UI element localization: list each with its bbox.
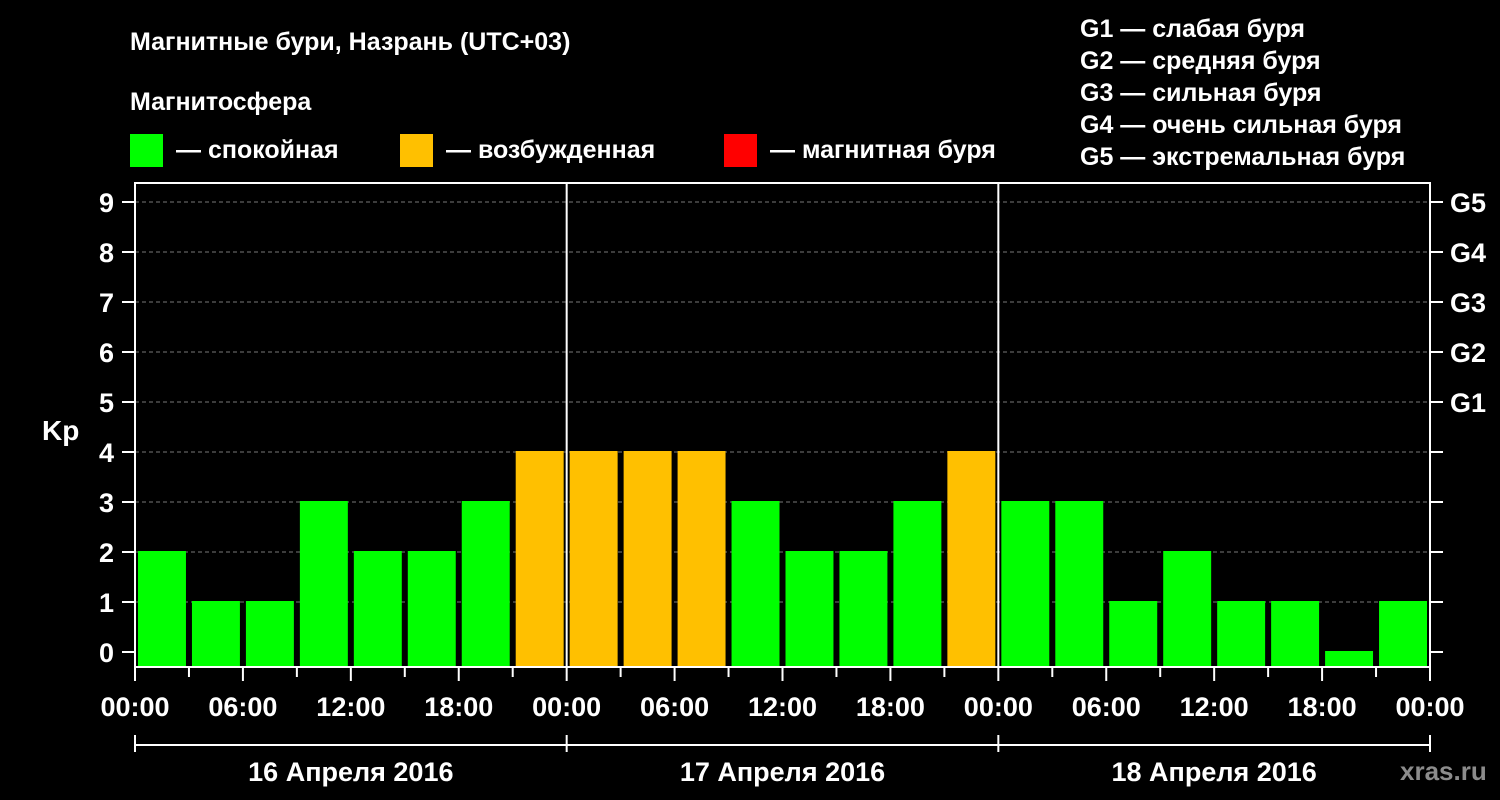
kp-bar (839, 551, 888, 667)
kp-bar (299, 501, 348, 667)
y-tick-label: 4 (99, 438, 114, 468)
x-tick-label: 12:00 (748, 692, 817, 722)
chart-title: Магнитные бури, Назрань (UTC+03) (130, 28, 570, 56)
legend-swatch-active (400, 134, 433, 167)
kp-bar (1163, 551, 1212, 667)
legend-label-active: — возбужденная (446, 136, 655, 164)
kp-bar (407, 551, 456, 667)
legend-label-quiet: — спокойная (176, 136, 339, 164)
kp-bar (1217, 601, 1266, 667)
right-tick-label: G1 (1450, 388, 1486, 418)
legend-swatch-storm (724, 134, 757, 167)
y-tick-label: 3 (99, 488, 114, 518)
x-tick-label: 18:00 (424, 692, 493, 722)
day-label: 17 Апреля 2016 (680, 757, 885, 787)
storm-scale-g1: G1 — слабая буря (1080, 15, 1305, 43)
x-tick-label: 06:00 (640, 692, 709, 722)
kp-bar (461, 501, 510, 667)
right-tick-label: G5 (1450, 188, 1486, 218)
kp-bar (677, 451, 726, 667)
kp-bar (353, 551, 402, 667)
x-tick-label: 00:00 (964, 692, 1033, 722)
day-label: 18 Апреля 2016 (1112, 757, 1317, 787)
watermark: xras.ru (1400, 756, 1487, 786)
kp-bar (1325, 651, 1374, 667)
y-tick-label: 9 (99, 188, 114, 218)
y-tick-label: 7 (99, 288, 114, 318)
kp-bar (191, 601, 240, 667)
storm-scale-g2: G2 — средняя буря (1080, 47, 1321, 75)
kp-bar (947, 451, 996, 667)
kp-bar (1109, 601, 1158, 667)
y-tick-label: 2 (99, 538, 114, 568)
x-tick-label: 12:00 (316, 692, 385, 722)
kp-bar (731, 501, 780, 667)
x-tick-label: 00:00 (532, 692, 601, 722)
legend-label-storm: — магнитная буря (770, 136, 996, 164)
y-axis-label: Kp (42, 415, 79, 446)
kp-bar (785, 551, 834, 667)
x-tick-label: 06:00 (1072, 692, 1141, 722)
legend-heading: Магнитосфера (130, 88, 312, 116)
x-tick-label: 18:00 (856, 692, 925, 722)
kp-bar (1001, 501, 1050, 667)
x-tick-label: 18:00 (1288, 692, 1357, 722)
x-tick-label: 12:00 (1180, 692, 1249, 722)
kp-bar (1379, 601, 1427, 667)
bars (138, 451, 1427, 667)
y-tick-label: 0 (99, 638, 114, 668)
kp-bar (1271, 601, 1320, 667)
x-tick-label: 00:00 (100, 692, 169, 722)
right-tick-label: G3 (1450, 288, 1486, 318)
right-tick-label: G2 (1450, 338, 1486, 368)
storm-scale-g4: G4 — очень сильная буря (1080, 111, 1402, 139)
kp-chart: Магнитные бури, Назрань (UTC+03) Магнито… (42, 15, 1487, 787)
kp-bar (569, 451, 618, 667)
day-label: 16 Апреля 2016 (248, 757, 453, 787)
kp-bar (1055, 501, 1104, 667)
storm-scale-g5: G5 — экстремальная буря (1080, 143, 1405, 171)
axis-labels: 0 1 2 3 4 5 6 7 8 9 G1 G2 G3 G4 G5 00:00 06:00 12:00 18:00… (99, 188, 1486, 787)
right-tick-label: G4 (1450, 238, 1486, 268)
x-tick-label: 06:00 (208, 692, 277, 722)
kp-bar (138, 551, 186, 667)
kp-bar (623, 451, 672, 667)
y-tick-label: 5 (99, 388, 114, 418)
kp-bar (515, 451, 564, 667)
y-tick-label: 8 (99, 238, 114, 268)
axes (122, 182, 1443, 752)
kp-bar (893, 501, 942, 667)
y-tick-label: 1 (99, 588, 114, 618)
x-tick-label: 00:00 (1395, 692, 1464, 722)
storm-scale-g3: G3 — сильная буря (1080, 79, 1322, 107)
kp-bar (245, 601, 294, 667)
y-tick-label: 6 (99, 338, 114, 368)
legend-swatch-quiet (130, 134, 163, 167)
